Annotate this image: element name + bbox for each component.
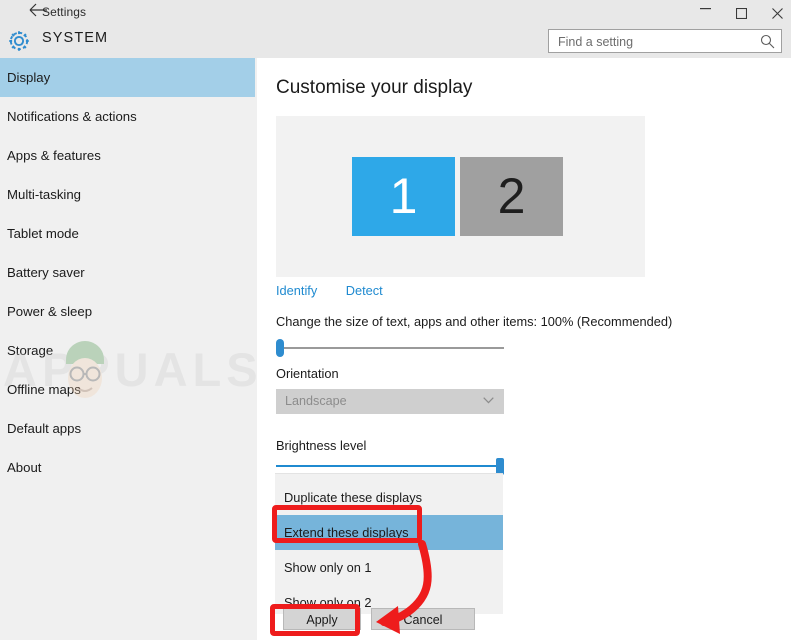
page-title: Customise your display [276, 77, 472, 99]
multiple-displays-dropdown-list: Duplicate these displays Extend these di… [275, 473, 503, 614]
scaling-slider-thumb[interactable] [276, 339, 284, 357]
maximize-button[interactable] [724, 0, 758, 25]
display-preview-area: 1 2 [276, 116, 645, 277]
search-icon[interactable] [760, 34, 775, 49]
monitor-2[interactable]: 2 [460, 157, 563, 236]
search-box[interactable] [548, 29, 782, 53]
dropdown-option-show-only-on-1[interactable]: Show only on 1 [275, 550, 503, 585]
settings-sidebar: Display Notifications & actions Apps & f… [0, 58, 257, 640]
cancel-button[interactable]: Cancel [371, 608, 475, 630]
minimize-icon [700, 8, 711, 10]
sidebar-item-power-sleep[interactable]: Power & sleep [0, 292, 255, 331]
scaling-label: Change the size of text, apps and other … [276, 314, 672, 329]
window-title: Settings [42, 5, 86, 19]
settings-window: Settings SYSTEM [0, 0, 791, 640]
orientation-label: Orientation [276, 366, 339, 381]
sidebar-item-apps-features[interactable]: Apps & features [0, 136, 255, 175]
brightness-label: Brightness level [276, 438, 366, 453]
minimize-button[interactable] [688, 0, 722, 25]
settings-header: SYSTEM [0, 26, 791, 58]
sidebar-item-tablet-mode[interactable]: Tablet mode [0, 214, 255, 253]
apply-button[interactable]: Apply [283, 608, 361, 630]
brightness-slider-track[interactable] [276, 465, 504, 467]
sidebar-item-default-apps[interactable]: Default apps [0, 409, 255, 448]
gear-icon [5, 27, 33, 55]
detect-link[interactable]: Detect [346, 283, 383, 298]
sidebar-item-offline-maps[interactable]: Offline maps [0, 370, 255, 409]
maximize-icon [736, 8, 747, 19]
dropdown-option-duplicate[interactable]: Duplicate these displays [275, 480, 503, 515]
sidebar-item-battery-saver[interactable]: Battery saver [0, 253, 255, 292]
sidebar-item-multi-tasking[interactable]: Multi-tasking [0, 175, 255, 214]
brightness-slider[interactable] [276, 458, 504, 474]
dropdown-option-extend[interactable]: Extend these displays [275, 515, 503, 550]
identify-link[interactable]: Identify [276, 283, 317, 298]
sidebar-item-storage[interactable]: Storage [0, 331, 255, 370]
orientation-selected-value: Landscape [285, 394, 347, 408]
close-button[interactable] [760, 0, 791, 25]
orientation-dropdown[interactable]: Landscape [276, 389, 504, 414]
search-input[interactable] [556, 30, 755, 54]
sidebar-item-notifications-actions[interactable]: Notifications & actions [0, 97, 255, 136]
monitor-1[interactable]: 1 [352, 157, 455, 236]
category-title: SYSTEM [42, 30, 108, 46]
chevron-down-icon [483, 397, 494, 404]
sidebar-item-about[interactable]: About [0, 448, 255, 487]
display-action-links: Identify Detect [276, 282, 407, 300]
sidebar-item-display[interactable]: Display [0, 58, 255, 97]
close-icon [772, 8, 783, 19]
scaling-slider-track[interactable] [276, 347, 504, 349]
title-bar: Settings [0, 0, 791, 27]
scaling-slider[interactable] [276, 341, 504, 355]
settings-content: Customise your display 1 2 Identify Dete… [257, 58, 791, 640]
